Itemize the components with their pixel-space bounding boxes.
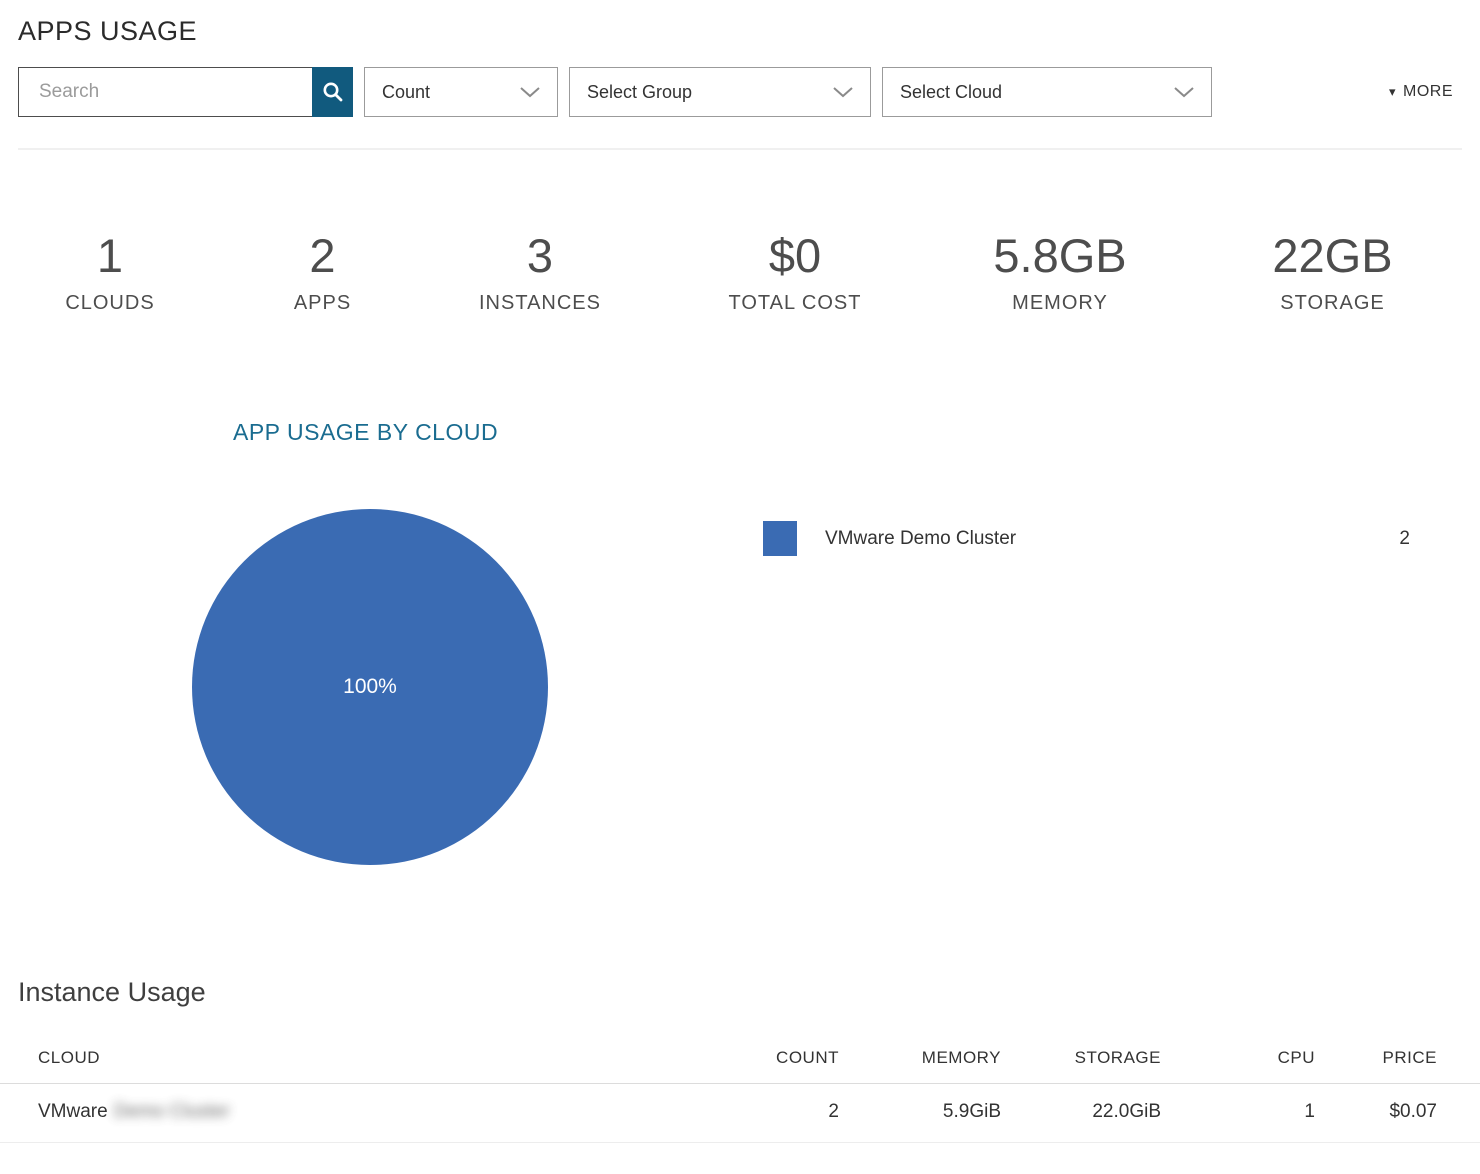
summary-stats: 1 CLOUDS 2 APPS 3 INSTANCES $0 TOTAL COS…: [0, 232, 1480, 315]
select-group-dropdown[interactable]: Select Group: [569, 67, 871, 117]
caret-down-icon: ▾: [1389, 84, 1396, 100]
chart-title: APP USAGE BY CLOUD: [233, 419, 1480, 446]
count-dropdown-value: Count: [382, 82, 430, 103]
chevron-down-icon: [832, 86, 854, 98]
stat-value: 1: [0, 232, 220, 279]
column-header-cloud: CLOUD: [0, 1038, 719, 1084]
table-header-row: CLOUD COUNT MEMORY STORAGE CPU PRICE: [0, 1038, 1480, 1084]
toolbar: Count Select Group Select Cloud: [18, 67, 1462, 117]
legend-item[interactable]: VMware Demo Cluster 2: [763, 521, 1410, 556]
pie-slice-percent-label: 100%: [343, 675, 397, 699]
cell-cpu: 1: [1161, 1084, 1315, 1143]
header-divider: [18, 148, 1462, 150]
select-group-dropdown-value: Select Group: [587, 82, 692, 103]
stat-label: MEMORY: [935, 292, 1185, 315]
stat-instances: 3 INSTANCES: [425, 232, 655, 315]
cell-price: $0.07: [1315, 1084, 1480, 1143]
search-group: [18, 67, 353, 117]
instance-usage-title: Instance Usage: [18, 977, 1480, 1008]
column-header-price: PRICE: [1315, 1038, 1480, 1084]
stat-storage: 22GB STORAGE: [1185, 232, 1480, 315]
more-button[interactable]: ▾ MORE: [1389, 83, 1453, 101]
column-header-cpu: CPU: [1161, 1038, 1315, 1084]
legend-value: 2: [1399, 528, 1410, 550]
search-icon: [322, 81, 344, 103]
legend-label: VMware Demo Cluster: [825, 528, 1016, 550]
cell-memory: 5.9GiB: [839, 1084, 1001, 1143]
column-header-storage: STORAGE: [1001, 1038, 1161, 1084]
apps-usage-page: APPS USAGE Count Select Gro: [0, 16, 1480, 1174]
stat-value: $0: [655, 232, 935, 279]
legend-swatch: [763, 521, 797, 556]
cloud-name: VMware: [38, 1101, 108, 1122]
stat-clouds: 1 CLOUDS: [0, 232, 220, 315]
chevron-down-icon: [519, 86, 541, 98]
chevron-down-icon: [1173, 86, 1195, 98]
stat-label: APPS: [220, 292, 425, 315]
instance-usage-table: CLOUD COUNT MEMORY STORAGE CPU PRICE VMw…: [0, 1038, 1480, 1143]
table-row: VMware Demo Cluster 2 5.9GiB 22.0GiB 1 $0…: [0, 1084, 1480, 1143]
cell-cloud: VMware Demo Cluster: [0, 1084, 719, 1143]
stat-label: INSTANCES: [425, 292, 655, 315]
stat-value: 22GB: [1185, 232, 1480, 279]
stat-label: TOTAL COST: [655, 292, 935, 315]
more-label: MORE: [1403, 83, 1453, 101]
stat-apps: 2 APPS: [220, 232, 425, 315]
count-dropdown[interactable]: Count: [364, 67, 558, 117]
stat-value: 3: [425, 232, 655, 279]
page-title: APPS USAGE: [18, 16, 1480, 47]
app-usage-chart: 100% VMware Demo Cluster 2: [0, 509, 1480, 865]
chart-legend: VMware Demo Cluster 2: [763, 509, 1480, 865]
stat-total-cost: $0 TOTAL COST: [655, 232, 935, 315]
stat-label: CLOUDS: [0, 292, 220, 315]
column-header-count: COUNT: [719, 1038, 839, 1084]
select-cloud-dropdown[interactable]: Select Cloud: [882, 67, 1212, 117]
cell-count: 2: [719, 1084, 839, 1143]
stat-memory: 5.8GB MEMORY: [935, 232, 1185, 315]
search-button[interactable]: [312, 67, 353, 117]
search-input[interactable]: [18, 67, 312, 117]
cloud-name-redacted: Demo Cluster: [114, 1101, 230, 1123]
pie-chart-slice[interactable]: 100%: [192, 509, 548, 865]
select-cloud-dropdown-value: Select Cloud: [900, 82, 1002, 103]
cell-storage: 22.0GiB: [1001, 1084, 1161, 1143]
column-header-memory: MEMORY: [839, 1038, 1001, 1084]
stat-label: STORAGE: [1185, 292, 1480, 315]
instance-usage-section: Instance Usage CLOUD COUNT MEMORY STORAG…: [0, 977, 1480, 1143]
stat-value: 2: [220, 232, 425, 279]
stat-value: 5.8GB: [935, 232, 1185, 279]
